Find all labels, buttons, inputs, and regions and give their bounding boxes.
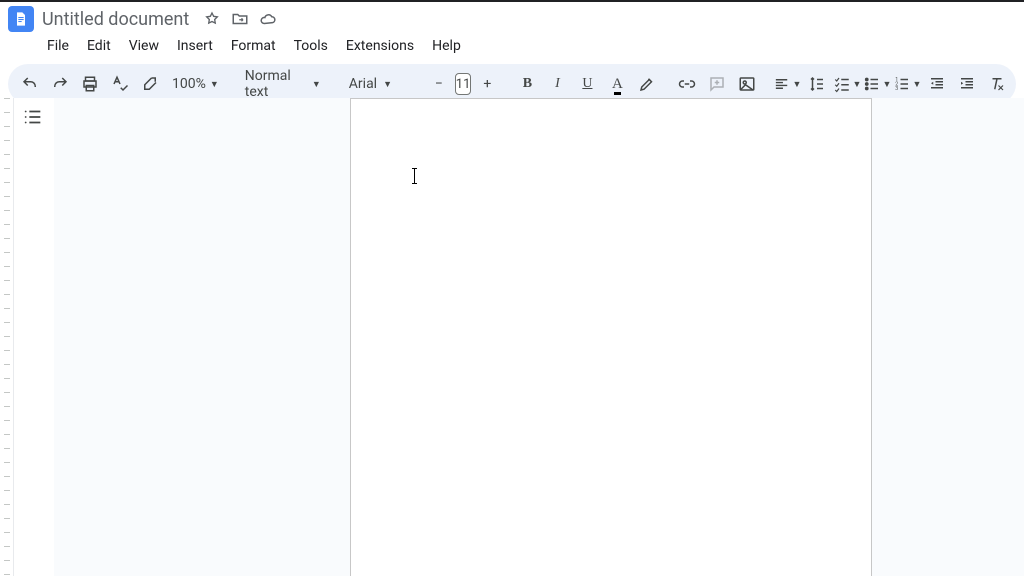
menu-file[interactable]: File [40, 34, 76, 58]
font-family-label: Arial [349, 76, 377, 92]
docs-file-icon [13, 9, 29, 29]
menu-format[interactable]: Format [224, 34, 283, 58]
redo-button[interactable] [46, 70, 74, 98]
chevron-down-icon: ▼ [383, 79, 392, 90]
underline-button[interactable]: U [573, 70, 601, 98]
insert-image-button[interactable] [733, 70, 761, 98]
add-comment-button[interactable] [703, 70, 731, 98]
font-family-selector[interactable]: Arial ▼ [341, 76, 413, 92]
chevron-down-icon: ▼ [852, 79, 861, 90]
clear-formatting-button[interactable] [983, 70, 1011, 98]
bold-button[interactable]: B [513, 70, 541, 98]
undo-button[interactable] [16, 70, 44, 98]
folder-move-icon[interactable] [231, 10, 249, 28]
menu-help[interactable]: Help [425, 34, 468, 58]
vertical-ruler[interactable] [0, 98, 14, 576]
star-icon[interactable] [203, 10, 221, 28]
workspace [0, 98, 1024, 576]
svg-text:3: 3 [896, 86, 899, 92]
menu-tools[interactable]: Tools [287, 34, 335, 58]
paint-format-button[interactable] [136, 70, 164, 98]
title-bar: Untitled document [0, 2, 1024, 32]
spellcheck-button[interactable] [106, 70, 134, 98]
chevron-down-icon: ▼ [792, 79, 801, 90]
numbered-list-button[interactable]: 123▼ [893, 70, 921, 98]
checklist-button[interactable]: ▼ [833, 70, 861, 98]
menu-insert[interactable]: Insert [170, 34, 220, 58]
menu-bar: File Edit View Insert Format Tools Exten… [0, 32, 1024, 64]
paragraph-style-label: Normal text [245, 68, 306, 100]
menu-edit[interactable]: Edit [80, 34, 118, 58]
chevron-down-icon: ▼ [882, 79, 891, 90]
menu-view[interactable]: View [122, 34, 166, 58]
document-page[interactable] [350, 98, 872, 576]
increase-indent-button[interactable] [953, 70, 981, 98]
highlight-color-button[interactable] [633, 70, 661, 98]
zoom-value: 100% [172, 76, 206, 92]
chevron-down-icon: ▼ [210, 79, 219, 90]
text-color-button[interactable]: A [603, 70, 631, 98]
italic-button[interactable]: I [543, 70, 571, 98]
font-size-decrease[interactable]: − [425, 70, 453, 98]
decrease-indent-button[interactable] [923, 70, 951, 98]
insert-link-button[interactable] [673, 70, 701, 98]
bulleted-list-button[interactable]: ▼ [863, 70, 891, 98]
chevron-down-icon: ▼ [312, 79, 321, 90]
paragraph-style-selector[interactable]: Normal text ▼ [237, 68, 329, 100]
align-button[interactable]: ▼ [773, 70, 801, 98]
cloud-status-icon[interactable] [259, 10, 277, 28]
docs-logo[interactable] [8, 6, 34, 32]
text-cursor [414, 168, 415, 184]
menu-extensions[interactable]: Extensions [339, 34, 421, 58]
show-outline-button[interactable] [22, 106, 46, 130]
print-button[interactable] [76, 70, 104, 98]
font-size-increase[interactable]: + [473, 70, 501, 98]
document-title[interactable]: Untitled document [42, 9, 189, 30]
font-size-input[interactable]: 11 [455, 73, 472, 95]
chevron-down-icon: ▼ [912, 79, 921, 90]
line-spacing-button[interactable] [803, 70, 831, 98]
outline-panel [14, 98, 54, 576]
zoom-selector[interactable]: 100% ▼ [166, 76, 225, 92]
